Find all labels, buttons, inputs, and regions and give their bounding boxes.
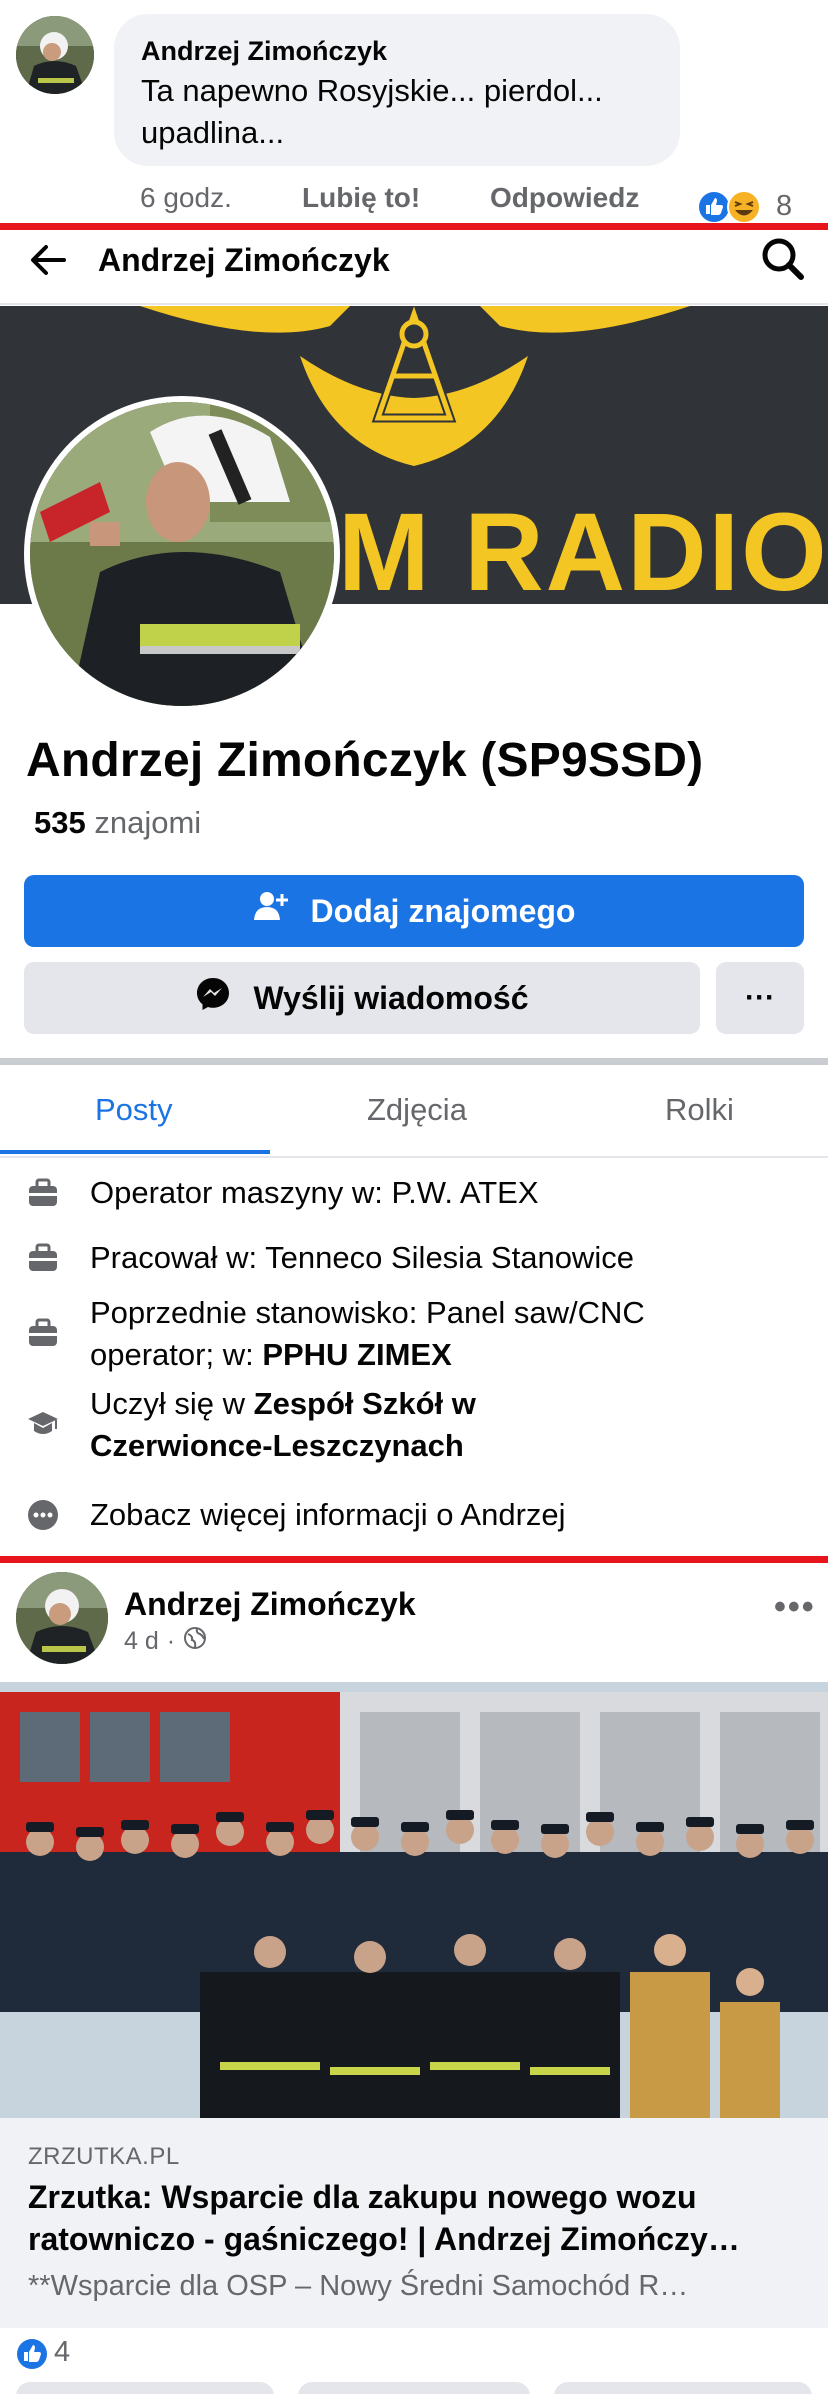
briefcase-icon [26, 1316, 60, 1350]
post-author-name[interactable]: Andrzej Zimończyk [124, 1584, 416, 1624]
comment-text-line: Ta napewno Rosyjskie... pierdol... [141, 73, 603, 108]
info-label: Operator maszyny w: [90, 1175, 392, 1210]
info-value[interactable]: P.W. ATEX [391, 1175, 538, 1210]
ellipsis-circle-icon [26, 1498, 60, 1532]
profile-tabs: Posty Zdjęcia Rolki [0, 1066, 828, 1156]
section-divider [0, 1058, 828, 1065]
globe-icon [183, 1626, 207, 1657]
tab-photos[interactable]: Zdjęcia [367, 1092, 467, 1128]
send-message-button[interactable]: Wyślij wiadomość [24, 962, 700, 1034]
post-meta: 4 d · [124, 1626, 207, 1657]
comment-like-button[interactable]: Lubię to! [302, 182, 420, 214]
search-icon[interactable] [760, 236, 806, 282]
post-link-image[interactable] [0, 1682, 828, 2118]
info-label: Poprzednie stanowisko: Panel saw/CNC [90, 1295, 645, 1330]
comment-reactions[interactable] [697, 190, 767, 224]
screenshot-separator [0, 223, 828, 230]
back-arrow-icon[interactable] [26, 238, 70, 282]
link-description: **Wsparcie dla OSP – Nowy Średni Samochó… [28, 2270, 689, 2302]
link-title-line: Zrzutka: Wsparcie dla zakupu nowego wozu [28, 2179, 697, 2215]
post-action-button[interactable] [554, 2382, 812, 2394]
screenshot-separator [0, 1556, 828, 1563]
comment-timestamp[interactable]: 6 godz. [140, 182, 232, 214]
info-value[interactable]: Zespół Szkół w [254, 1386, 476, 1421]
nav-title: Andrzej Zimończyk [98, 242, 390, 278]
graduation-cap-icon [26, 1407, 60, 1441]
divider [0, 303, 828, 305]
divider [0, 1156, 828, 1158]
comment-reaction-count[interactable]: 8 [776, 190, 792, 223]
messenger-icon [195, 976, 231, 1020]
post-action-button[interactable] [298, 2382, 530, 2394]
add-person-icon [253, 890, 289, 932]
friends-number: 535 [34, 805, 86, 840]
post-more-options[interactable]: ••• [774, 1588, 816, 1627]
comment-reply-button[interactable]: Odpowiedz [490, 182, 639, 214]
post-like-count[interactable]: 4 [54, 2336, 70, 2369]
add-friend-label: Dodaj znajomego [310, 892, 576, 929]
info-value[interactable]: PPHU ZIMEX [262, 1337, 451, 1372]
link-title[interactable]: Zrzutka: Wsparcie dla zakupu nowego wozu… [28, 2176, 788, 2260]
post-age[interactable]: 4 d [124, 1627, 159, 1656]
tab-posts[interactable]: Posty [95, 1092, 173, 1128]
active-tab-indicator [0, 1150, 270, 1154]
see-more-info-label: Zobacz więcej informacji o Andrzej [90, 1497, 566, 1532]
info-value[interactable]: Czerwionce-Leszczynach [90, 1428, 464, 1463]
friends-count[interactable]: 535 znajomi [34, 803, 201, 843]
meta-separator: · [166, 1627, 176, 1655]
comment-text: Ta napewno Rosyjskie... pierdol... upadl… [141, 70, 653, 154]
profile-name: Andrzej Zimończyk (SP9SSD) [26, 734, 704, 787]
send-message-label: Wyślij wiadomość [253, 979, 529, 1016]
more-options-button[interactable]: ··· [716, 962, 804, 1034]
info-label: Uczył się w [90, 1386, 254, 1421]
haha-icon [727, 190, 761, 224]
info-label: Pracował w: [90, 1240, 266, 1275]
info-label: operator; w: [90, 1337, 263, 1372]
like-icon[interactable] [16, 2338, 48, 2370]
cover-logo-text: M RADIO [338, 491, 828, 604]
info-value[interactable]: Tenneco Silesia Stanowice [265, 1240, 634, 1275]
comment-bubble: Andrzej Zimończyk Ta napewno Rosyjskie..… [114, 14, 680, 166]
tab-reels[interactable]: Rolki [665, 1092, 734, 1128]
post-action-button[interactable] [16, 2382, 274, 2394]
comment-author-avatar[interactable] [16, 16, 94, 94]
post-author-avatar[interactable] [16, 1572, 108, 1664]
add-friend-button[interactable]: Dodaj znajomego [24, 875, 804, 947]
briefcase-icon [26, 1176, 60, 1210]
comment-text-line: upadlina... [141, 115, 285, 150]
like-icon [697, 190, 731, 224]
briefcase-icon [26, 1241, 60, 1275]
comment-author-name[interactable]: Andrzej Zimończyk [141, 34, 653, 68]
link-title-line: ratowniczo - gaśniczego! | Andrzej Zimoń… [28, 2221, 740, 2257]
profile-picture[interactable] [24, 396, 340, 712]
more-dots-icon: ··· [745, 981, 775, 1014]
link-domain: ZRZUTKA.PL [28, 2143, 180, 2170]
friends-label: znajomi [94, 805, 202, 840]
